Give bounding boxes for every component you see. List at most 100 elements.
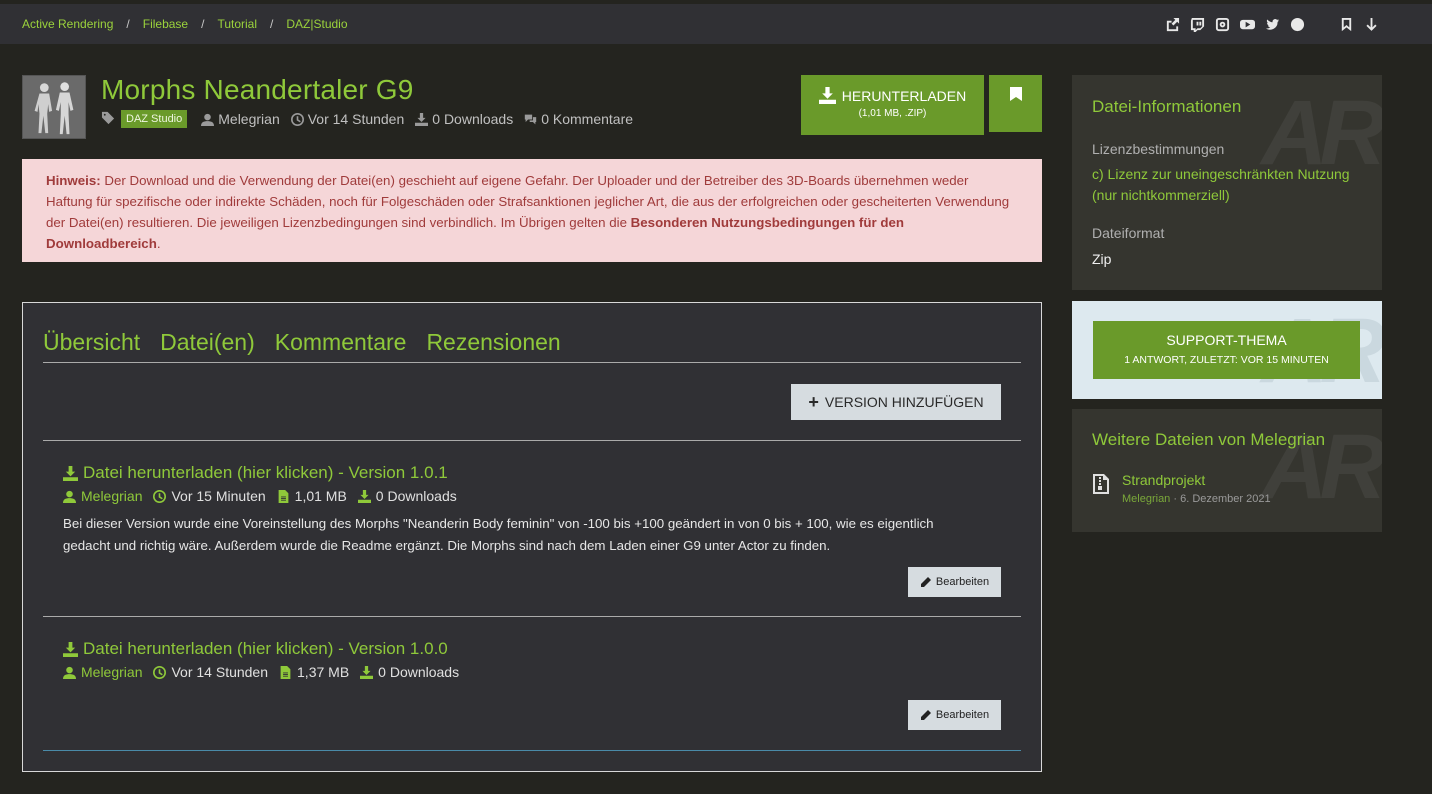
more-files-box: AR Weitere Dateien von Melegrian Strandp… [1072, 409, 1382, 532]
more-file-name[interactable]: Strandprojekt [1122, 472, 1271, 488]
version-size-text: 1,01 MB [294, 488, 347, 504]
file-time-text: Vor 14 Stunden [307, 111, 405, 127]
download-icon [63, 641, 78, 657]
download-button-label: HERUNTERLADEN [841, 87, 967, 104]
version-size: 1,01 MB [277, 488, 347, 504]
version-title: Datei herunterladen (hier klicken) - Ver… [83, 463, 448, 482]
breadcrumb-item-daz-studio[interactable]: DAZ|Studio [286, 17, 347, 31]
file-downloads: 0 Downloads [415, 111, 513, 127]
pencil-icon [920, 710, 931, 720]
twitch-icon[interactable] [1189, 16, 1206, 33]
file-info-title: Datei-Informationen [1092, 97, 1242, 116]
version-time-text: Vor 14 Stunden [171, 664, 269, 680]
version-downloads: 0 Downloads [360, 664, 459, 680]
add-version-button[interactable]: + VERSION HINZUFÜGEN [791, 384, 1001, 420]
bookmark-button[interactable] [989, 75, 1042, 132]
edit-label: Bearbeiten [935, 576, 990, 588]
more-files-title: Weitere Dateien von Melegrian [1092, 430, 1326, 449]
breadcrumb-item-active-rendering[interactable]: Active Rendering [22, 17, 113, 31]
version-downloads: 0 Downloads [357, 488, 457, 504]
version-downloads-text: 0 Downloads [375, 488, 457, 504]
add-version-label: VERSION HINZUFÜGEN [824, 394, 984, 410]
version-description: Bei dieser Version wurde eine Voreinstel… [63, 516, 934, 553]
version-download-link[interactable]: Datei herunterladen (hier klicken) - Ver… [63, 639, 470, 659]
version-author-name: Melegrian [81, 488, 143, 504]
files-panel: Übersicht Datei(en) Kommentare Rezension… [22, 302, 1042, 772]
file-meta: DAZ Studio Melegrian Vor 14 Stunden 0 Do… [101, 110, 644, 128]
breadcrumb-separator: / [126, 17, 130, 31]
file-info-box: AR Datei-Informationen Lizenzbestimmunge… [1072, 75, 1382, 290]
file-icon [278, 489, 289, 503]
support-thread-button[interactable]: SUPPORT-THEMA 1 ANTWORT, ZULETZT: VOR 15… [1093, 321, 1360, 379]
breadcrumb-item-filebase[interactable]: Filebase [143, 17, 188, 31]
clock-icon [153, 665, 167, 679]
divider [43, 616, 1021, 617]
file-downloads-text: 0 Downloads [432, 111, 514, 127]
edit-version-button[interactable]: Bearbeiten [908, 700, 1001, 730]
version-meta: Melegrian Vor 15 Minuten 1,01 MB 0 Downl… [63, 488, 983, 504]
download-icon [360, 665, 374, 679]
bookmark-icon[interactable] [1338, 16, 1355, 33]
file-author[interactable]: Melegrian [201, 111, 280, 127]
top-icon-bar [1164, 16, 1380, 33]
license-value[interactable]: c) Lizenz zur uneingeschränkten Nutzung … [1092, 164, 1357, 206]
twitter-icon[interactable] [1264, 16, 1281, 33]
version-time: Vor 14 Stunden [153, 664, 268, 680]
edit-label: Bearbeiten [935, 709, 990, 721]
version-item: Datei herunterladen (hier klicken) - Ver… [63, 639, 470, 680]
clock-icon [290, 112, 304, 126]
notice-end: . [156, 236, 161, 251]
list-item: Strandprojekt Melegrian · 6. Dezember 20… [1092, 472, 1362, 505]
comments-icon [525, 114, 537, 124]
file-title: Morphs Neandertaler G9 [101, 74, 414, 105]
download-button[interactable]: HERUNTERLADEN (1,01 MB, .ZIP) [801, 75, 984, 135]
tabs-divider [43, 362, 1021, 363]
arrow-down-icon[interactable] [1363, 16, 1380, 33]
version-download-link[interactable]: Datei herunterladen (hier klicken) - Ver… [63, 463, 983, 483]
tag-icon [101, 111, 116, 128]
format-label: Dateiformat [1092, 225, 1165, 241]
breadcrumb-item-tutorial[interactable]: Tutorial [217, 17, 257, 31]
version-size-text: 1,37 MB [297, 664, 350, 680]
tab-reviews[interactable]: Rezensionen [426, 329, 560, 363]
breadcrumb-separator: / [270, 17, 274, 31]
more-file-author[interactable]: Melegrian [1122, 493, 1170, 505]
file-icon [280, 665, 291, 679]
tab-bar: Übersicht Datei(en) Kommentare Rezension… [43, 329, 561, 363]
tab-comments[interactable]: Kommentare [275, 329, 407, 363]
file-time: Vor 14 Stunden [290, 111, 405, 127]
clock-icon [153, 489, 167, 503]
pencil-icon [920, 577, 931, 587]
divider [43, 440, 1021, 441]
download-icon [818, 87, 836, 104]
breadcrumb: Active Rendering / Filebase / Tutorial /… [0, 17, 348, 31]
notice-label: Hinweis: [46, 173, 101, 188]
version-meta: Melegrian Vor 14 Stunden 1,37 MB 0 Downl… [63, 664, 470, 680]
download-button-sub: (1,01 MB, .ZIP) [858, 108, 927, 119]
user-icon [63, 666, 76, 679]
tab-files[interactable]: Datei(en) [160, 329, 255, 363]
share-icon[interactable] [1164, 16, 1181, 33]
file-author-name: Melegrian [218, 111, 280, 127]
download-notice: Hinweis: Der Download und die Verwendung… [22, 159, 1042, 262]
version-time: Vor 15 Minuten [153, 488, 266, 504]
version-item: Datei herunterladen (hier klicken) - Ver… [63, 463, 983, 557]
version-author[interactable]: Melegrian [63, 488, 142, 504]
bookmark-icon [1009, 87, 1022, 101]
youtube-icon[interactable] [1239, 16, 1256, 33]
file-comments[interactable]: 0 Kommentare [524, 111, 633, 127]
breadcrumb-separator: / [201, 17, 205, 31]
version-author[interactable]: Melegrian [63, 664, 142, 680]
file-thumbnail [22, 75, 86, 139]
facebook-icon[interactable] [1289, 16, 1306, 33]
tab-overview[interactable]: Übersicht [43, 329, 140, 363]
support-sub: 1 ANTWORT, ZULETZT: VOR 15 MINUTEN [1124, 354, 1329, 366]
edit-version-button[interactable]: Bearbeiten [908, 567, 1001, 597]
file-comments-text: 0 Kommentare [541, 111, 634, 127]
version-author-name: Melegrian [81, 664, 143, 680]
download-icon [415, 112, 429, 126]
version-title: Datei herunterladen (hier klicken) - Ver… [83, 639, 448, 658]
tag-badge[interactable]: DAZ Studio [121, 110, 188, 128]
format-value: Zip [1092, 251, 1112, 267]
instagram-icon[interactable] [1214, 16, 1231, 33]
